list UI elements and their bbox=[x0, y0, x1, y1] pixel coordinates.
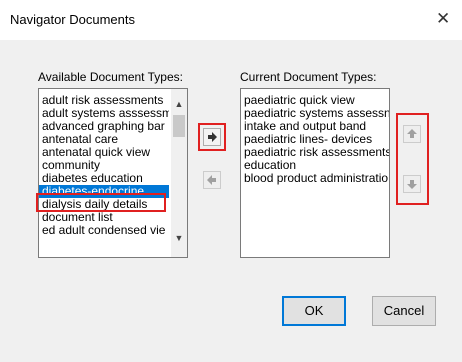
list-item[interactable]: antenatal care bbox=[39, 133, 169, 146]
remove-button[interactable] bbox=[203, 171, 221, 189]
list-item[interactable]: document list bbox=[39, 211, 169, 224]
ok-button[interactable]: OK bbox=[282, 296, 346, 326]
down-arrow-icon bbox=[407, 180, 417, 189]
scroll-down-icon[interactable]: ▼ bbox=[171, 231, 187, 245]
available-label: Available Document Types: bbox=[38, 70, 183, 84]
list-item[interactable]: dialysis daily details bbox=[39, 198, 169, 211]
dialog-title: Navigator Documents bbox=[10, 12, 135, 27]
list-item[interactable]: paediatric quick view bbox=[241, 94, 389, 107]
list-item[interactable]: diabetes-endocrine bbox=[39, 185, 169, 198]
available-scrollbar[interactable]: ▲ ▼ bbox=[171, 89, 187, 257]
cancel-button[interactable]: Cancel bbox=[372, 296, 436, 326]
scroll-thumb[interactable] bbox=[173, 115, 185, 137]
current-document-list[interactable]: paediatric quick view paediatric systems … bbox=[240, 88, 390, 258]
list-item[interactable]: intake and output band bbox=[241, 120, 389, 133]
available-document-list[interactable]: adult risk assessments adult systems asss… bbox=[38, 88, 188, 258]
current-label: Current Document Types: bbox=[240, 70, 377, 84]
up-arrow-icon bbox=[407, 129, 417, 138]
list-item[interactable]: advanced graphing bar bbox=[39, 120, 169, 133]
list-item[interactable]: adult systems asssessm bbox=[39, 107, 169, 120]
list-item[interactable]: paediatric systems assessn bbox=[241, 107, 389, 120]
list-item[interactable]: education bbox=[241, 159, 389, 172]
list-item[interactable]: antenatal quick view bbox=[39, 146, 169, 159]
title-bar: Navigator Documents ✕ bbox=[0, 0, 462, 40]
list-item[interactable]: ed adult condensed vie bbox=[39, 224, 169, 237]
move-down-button[interactable] bbox=[403, 175, 421, 193]
list-item[interactable]: paediatric risk assessments bbox=[241, 146, 389, 159]
left-arrow-icon bbox=[207, 175, 216, 185]
scroll-up-icon[interactable]: ▲ bbox=[171, 97, 187, 111]
list-item[interactable]: paediatric lines- devices bbox=[241, 133, 389, 146]
list-item[interactable]: blood product administratio bbox=[241, 172, 389, 185]
right-arrow-icon bbox=[208, 132, 217, 142]
list-item[interactable]: adult risk assessments bbox=[39, 94, 169, 107]
move-up-button[interactable] bbox=[403, 125, 421, 143]
list-item[interactable]: diabetes education bbox=[39, 172, 169, 185]
close-icon[interactable]: ✕ bbox=[436, 9, 450, 29]
add-button[interactable] bbox=[203, 128, 221, 146]
list-item[interactable]: community bbox=[39, 159, 169, 172]
